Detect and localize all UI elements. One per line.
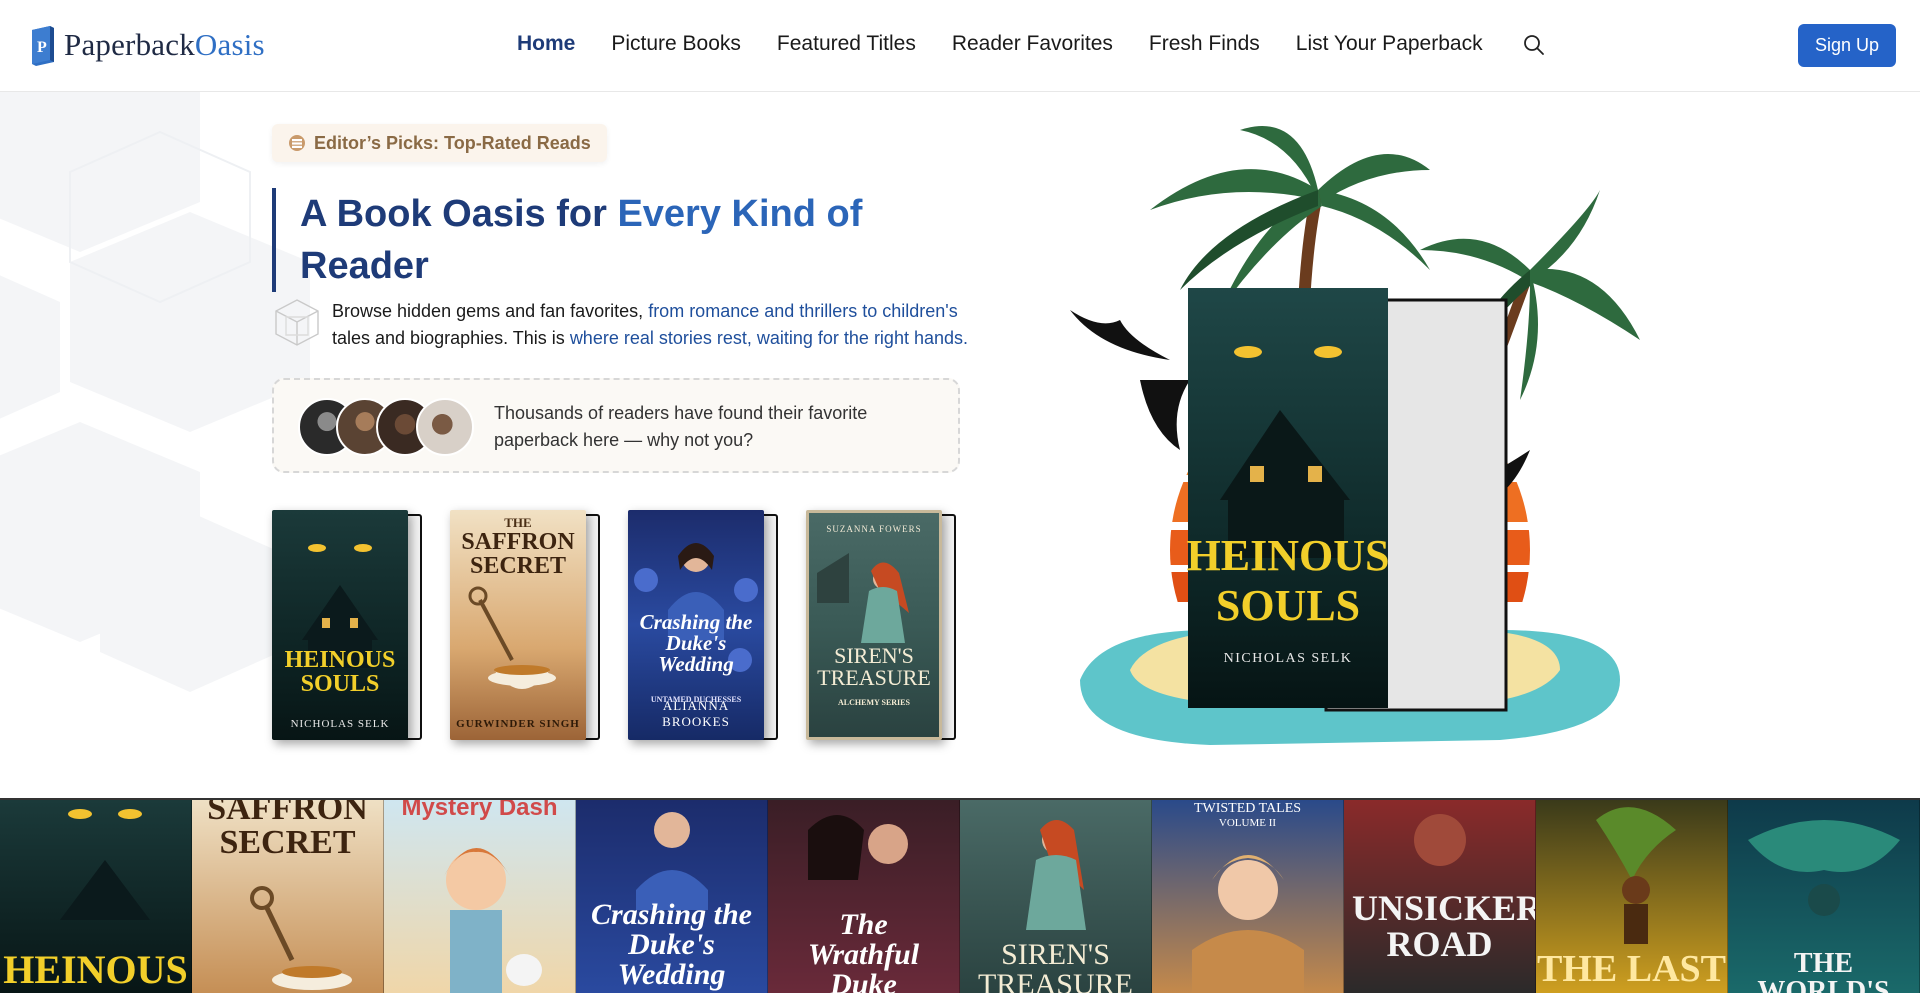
book-stack-icon xyxy=(289,135,305,151)
strip-book-title: The Wrathful Duke xyxy=(807,908,920,993)
nav-picture-books[interactable]: Picture Books xyxy=(611,32,741,56)
strip-book[interactable]: HEINOUS xyxy=(0,800,192,993)
nav-reader-favorites[interactable]: Reader Favorites xyxy=(952,32,1113,56)
strip-book-title: UNSICKER ROAD xyxy=(1352,888,1536,964)
strip-book[interactable]: TWISTED TALES VOLUME II xyxy=(1152,800,1344,993)
nav-list-your-paperback[interactable]: List Your Paperback xyxy=(1296,32,1483,56)
headline-block: A Book Oasis for Every Kind of Reader xyxy=(272,188,912,292)
book-subtitle: ALCHEMY SERIES xyxy=(838,698,910,707)
strip-book[interactable]: UNSICKER ROAD xyxy=(1344,800,1536,993)
book-cover-strip: HEINOUS SAFFRON SECRET Mystery Dash Cras… xyxy=(0,798,1920,993)
book-card[interactable]: THE SAFFRON SECRET GURWINDER SINGH xyxy=(450,510,602,742)
book-author: ALIANNA BROOKES xyxy=(662,698,730,729)
strip-book[interactable]: THE WORLD'S xyxy=(1728,800,1920,993)
cube-outline-icon xyxy=(275,299,319,346)
strip-book-title: THE WORLD'S xyxy=(1757,948,1890,993)
svg-text:SOULS: SOULS xyxy=(1216,581,1360,630)
reader-avatars xyxy=(298,398,478,456)
book-author: GURWINDER SINGH xyxy=(456,718,580,730)
book-card[interactable]: SUZANNA FOWERS SIREN'S TREASURE ALCHEMY … xyxy=(806,510,958,742)
book-title: Crashing the Duke's Wedding xyxy=(639,610,753,676)
svg-text:P: P xyxy=(37,39,47,56)
social-proof-card: Thousands of readers have found their fa… xyxy=(272,378,960,473)
avatar xyxy=(416,398,474,456)
book-card[interactable]: Crashing the Duke's Wedding UNTAMED DUCH… xyxy=(628,510,780,742)
strip-book-title: SIREN'S TREASURE xyxy=(977,938,1133,993)
badge-text: Editor’s Picks: Top-Rated Reads xyxy=(314,132,591,153)
teacup-key-illustration xyxy=(468,586,556,689)
book-title: HEINOUS SOULS xyxy=(284,647,396,697)
strip-book[interactable]: THE LAST xyxy=(1536,800,1728,993)
hero-description: Browse hidden gems and fan favorites, fr… xyxy=(332,301,969,348)
book-cover: Crashing the Duke's Wedding UNTAMED DUCH… xyxy=(628,510,764,740)
nav-home[interactable]: Home xyxy=(517,32,575,56)
nav-fresh-finds[interactable]: Fresh Finds xyxy=(1149,32,1260,56)
featured-books-row: HEINOUS SOULS NICHOLAS SELK THE SAFFRON … xyxy=(272,510,972,745)
hero-headline: A Book Oasis for Every Kind of Reader xyxy=(300,193,863,287)
strip-book[interactable]: SIREN'S TREASURE xyxy=(960,800,1152,993)
book-logo-icon: P xyxy=(32,26,54,66)
haunted-house-illustration xyxy=(302,544,378,668)
search-icon[interactable] xyxy=(1522,33,1546,57)
main-menu: Home Picture Books Featured Titles Reade… xyxy=(517,32,1483,56)
strip-book[interactable]: SAFFRON SECRET xyxy=(192,800,384,993)
book-cover: THE SAFFRON SECRET GURWINDER SINGH xyxy=(450,510,586,740)
book-cover: HEINOUS SOULS NICHOLAS SELK xyxy=(272,510,408,740)
book-card[interactable]: HEINOUS SOULS NICHOLAS SELK xyxy=(272,510,424,742)
book-title: SIREN'S TREASURE xyxy=(817,643,931,690)
editors-picks-badge: Editor’s Picks: Top-Rated Reads xyxy=(272,124,607,162)
strip-book[interactable]: The Wrathful Duke xyxy=(768,800,960,993)
hero-section: Editor’s Picks: Top-Rated Reads A Book O… xyxy=(0,92,1920,798)
top-nav: P PaperbackOasis Home Picture Books Feat… xyxy=(0,0,1920,92)
strip-book-title: HEINOUS xyxy=(3,947,188,992)
sign-up-button[interactable]: Sign Up xyxy=(1798,24,1896,67)
svg-text:HEINOUS: HEINOUS xyxy=(1187,531,1390,580)
book-author: NICHOLAS SELK xyxy=(290,718,390,730)
logo-text: PaperbackOasis xyxy=(64,27,265,62)
strip-book[interactable]: Mystery Dash xyxy=(384,800,576,993)
svg-text:NICHOLAS SELK: NICHOLAS SELK xyxy=(1224,651,1353,666)
logo[interactable]: P PaperbackOasis xyxy=(28,24,265,66)
book-cover: SUZANNA FOWERS SIREN'S TREASURE ALCHEMY … xyxy=(806,510,942,740)
strip-book[interactable]: Crashing the Duke's Wedding xyxy=(576,800,768,993)
featured-book-illustration: HEINOUS SOULS NICHOLAS SELK xyxy=(1070,126,1640,745)
social-proof-text: Thousands of readers have found their fa… xyxy=(494,403,868,450)
nav-featured-titles[interactable]: Featured Titles xyxy=(777,32,916,56)
strip-book-title: THE LAST xyxy=(1536,948,1727,990)
strip-book-title: Crashing the Duke's Wedding xyxy=(591,898,752,991)
